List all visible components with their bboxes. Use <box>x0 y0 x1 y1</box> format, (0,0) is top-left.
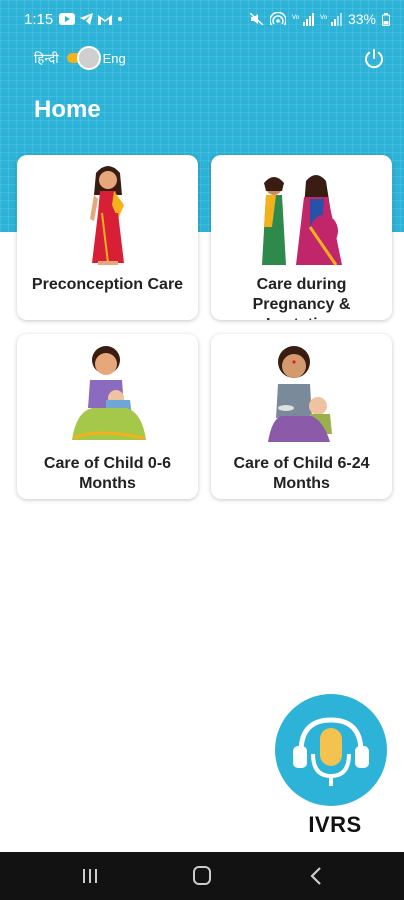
toggle-thumb[interactable] <box>76 46 101 70</box>
language-switch[interactable]: हिन्दी Eng <box>34 46 126 70</box>
ivrs-button[interactable] <box>275 694 387 806</box>
battery-icon <box>382 12 390 26</box>
hotspot-icon <box>269 12 286 26</box>
card-pregnancy-lactation[interactable]: Care during Pregnancy & Lactation <box>211 155 392 320</box>
signal-icon: Vo <box>320 12 342 26</box>
recents-icon[interactable] <box>70 862 110 890</box>
language-english-label[interactable]: Eng <box>103 51 126 66</box>
card-label: Care during Pregnancy & Lactation <box>252 276 351 320</box>
card-child-0-6-months[interactable]: Care of Child 0-6 Months <box>17 334 198 499</box>
signal-icon: Vo <box>292 12 314 26</box>
headset-mic-icon <box>293 717 369 786</box>
mute-icon <box>249 13 264 25</box>
home-icon[interactable] <box>182 862 222 890</box>
pregnant-women-illustration <box>211 155 392 267</box>
home-screen: 1:15 Vo Vo 33% हिन्दी Eng Home Preconcep… <box>0 0 404 900</box>
mother-feeding-child-illustration <box>211 334 392 446</box>
power-icon[interactable] <box>362 47 386 71</box>
telegram-icon <box>80 13 94 25</box>
back-icon[interactable] <box>296 862 336 890</box>
card-preconception-care[interactable]: Preconception Care <box>17 155 198 320</box>
status-bar: 1:15 Vo Vo 33% <box>0 0 404 38</box>
system-nav-bar <box>0 852 404 900</box>
gmail-icon <box>98 14 113 25</box>
language-hindi-label[interactable]: हिन्दी <box>34 49 59 67</box>
youtube-icon <box>59 13 76 25</box>
language-toggle[interactable] <box>63 46 101 70</box>
status-time: 1:15 <box>24 10 54 28</box>
card-label: Preconception Care <box>31 276 184 293</box>
svg-text:Vo: Vo <box>320 14 328 21</box>
battery-level: 33% <box>347 11 376 27</box>
card-label: Care of Child 0-6 Months <box>43 455 172 492</box>
ivrs-label[interactable]: IVRS <box>275 812 395 838</box>
page-title: Home <box>34 96 101 123</box>
mother-breastfeeding-illustration <box>17 334 198 446</box>
dot-icon <box>118 17 123 21</box>
svg-text:Vo: Vo <box>292 14 300 21</box>
card-label: Care of Child 6-24 Months <box>233 455 370 492</box>
card-child-6-24-months[interactable]: Care of Child 6-24 Months <box>211 334 392 499</box>
woman-in-saree-illustration <box>17 155 198 267</box>
